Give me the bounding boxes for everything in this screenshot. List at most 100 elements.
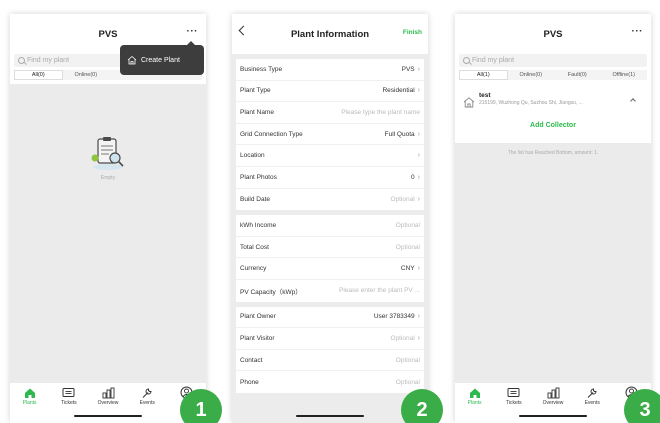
form-row-value-text: Please type the plant name	[341, 108, 420, 116]
step-badge-3: 3	[624, 389, 660, 423]
form-row[interactable]: Plant Name Please type the plant name	[236, 102, 424, 124]
chevron-right-icon: ›	[417, 195, 420, 203]
form-row[interactable]: Business Type PVS ›	[236, 59, 424, 81]
form-row-value[interactable]: Optional	[396, 222, 420, 229]
tab-label: Overview	[97, 400, 119, 406]
empty-clipboard-icon	[91, 137, 124, 170]
plant-row[interactable]: test 215199, Wuzhong Qu, Suzhou Shi, Jia…	[459, 86, 647, 108]
form-row-value[interactable]: Optional	[396, 357, 420, 364]
form-row[interactable]: Build Date Optional ›	[236, 189, 424, 211]
create-plant-popup[interactable]: Create Plant	[120, 41, 204, 75]
chevron-right-icon: ›	[417, 152, 420, 160]
form-row[interactable]: Currency CNY ›	[236, 258, 424, 280]
form-row-value-text: CNY	[400, 265, 415, 273]
form-row[interactable]: Plant Photos 0 ›	[236, 167, 424, 189]
home-indicator	[296, 415, 364, 417]
plant-info: test 215199, Wuzhong Qu, Suzhou Shi, Jia…	[479, 92, 583, 106]
form-row-label: Grid Connection Type	[240, 130, 303, 138]
form-row-label: Business Type	[240, 65, 283, 73]
tab-tickets[interactable]: Tickets	[494, 386, 533, 423]
form-group-finance: kWh Income Optional Total Cost Optional Curr…	[236, 215, 424, 302]
form-row-value[interactable]: Please type the plant name	[341, 109, 420, 116]
form-row-value-text: Optional	[395, 378, 420, 386]
bar-chart-icon	[546, 386, 560, 399]
tab-plants[interactable]: Plants	[10, 386, 49, 423]
chevron-right-icon: ›	[417, 65, 420, 73]
tab-tickets[interactable]: Tickets	[49, 386, 88, 423]
form-row-value[interactable]: Optional ›	[390, 335, 420, 342]
form-row[interactable]: Grid Connection Type Full Quota ›	[236, 124, 424, 146]
form-row-value[interactable]: Residential ›	[382, 87, 420, 94]
form-row[interactable]: Location ›	[236, 145, 424, 167]
form-row-label: Location	[240, 152, 265, 160]
more-menu-icon[interactable]: ···	[187, 26, 199, 37]
chevron-right-icon: ›	[417, 313, 420, 321]
form-row-value[interactable]: ›	[415, 152, 420, 159]
chevron-up-icon[interactable]	[630, 98, 636, 104]
more-menu-icon[interactable]: ···	[632, 26, 644, 37]
form-row-value[interactable]: Optional	[396, 244, 420, 251]
bottom-tab-bar: Plants Tickets Overview Events	[10, 383, 206, 423]
screen-plant-information: Plant Information Finish Business Type PV…	[232, 14, 428, 423]
form-row[interactable]: Phone Optional	[236, 371, 424, 393]
chevron-right-icon: ›	[417, 265, 420, 273]
step-badge-1: 1	[180, 389, 222, 423]
list-end-text: The list has Reached Bottom, amount: 1.	[507, 150, 599, 156]
home-filled-icon	[468, 386, 482, 399]
form-row[interactable]: Plant Visitor Optional ›	[236, 328, 424, 350]
filter-tab-online[interactable]: Online(0)	[63, 70, 110, 80]
form-row-value[interactable]: Optional	[396, 379, 420, 386]
page-title: PVS	[98, 28, 118, 40]
tab-label: Tickets	[505, 400, 522, 406]
header: Plant Information Finish	[232, 14, 428, 54]
form-row[interactable]: Plant Owner User 3783349 ›	[236, 307, 424, 329]
filter-tab-online[interactable]: Online(0)	[508, 70, 555, 80]
form-row-value[interactable]: 0 ›	[411, 174, 420, 181]
wrench-icon	[585, 386, 599, 399]
back-chevron-icon[interactable]	[238, 25, 249, 36]
form-row-label: Phone	[240, 378, 259, 386]
screen-plants-list: PVS ··· Find my plant All(1) Online(0) F…	[455, 14, 651, 423]
create-plant-label: Create Plant	[141, 56, 180, 64]
form-row-label: Plant Name	[240, 108, 274, 116]
tab-label: Events	[139, 400, 155, 406]
filter-tab-offline[interactable]: Offline(1)	[601, 70, 648, 80]
form-row[interactable]: kWh Income Optional	[236, 215, 424, 237]
tab-overview[interactable]: Overview	[533, 386, 572, 423]
tab-events[interactable]: Events	[573, 386, 612, 423]
form-row[interactable]: Plant Type Residential ›	[236, 81, 424, 103]
tab-plants[interactable]: Plants	[455, 386, 494, 423]
tab-events[interactable]: Events	[128, 386, 167, 423]
search-input[interactable]: Find my plant	[459, 54, 647, 67]
form-row-value[interactable]: Full Quota ›	[385, 131, 420, 138]
home-filled-icon	[23, 386, 37, 399]
form-row-value[interactable]: PVS ›	[402, 66, 420, 73]
filter-tab-fault[interactable]: Fault(0)	[554, 70, 601, 80]
form-row-value-text: 0	[411, 173, 415, 181]
step-badge-2: 2	[401, 389, 443, 423]
form-row-value[interactable]: Optional ›	[390, 196, 420, 203]
form-row[interactable]: Contact Optional	[236, 350, 424, 372]
home-indicator	[519, 415, 587, 417]
form-row-value-text: Optional	[395, 221, 420, 229]
form-row-value[interactable]: Please enter the plant PV ...	[339, 287, 420, 294]
form-row-label: Plant Type	[240, 87, 271, 95]
form-row[interactable]: PV Capacity（kWp） Please enter the plant P…	[236, 280, 424, 302]
filter-tab-all[interactable]: All(0)	[14, 70, 63, 80]
header: PVS ···	[455, 14, 651, 54]
form-row-value[interactable]: CNY ›	[401, 265, 420, 272]
finish-button[interactable]: Finish	[403, 29, 422, 36]
plant-name: test	[479, 92, 491, 99]
form-row-label: kWh Income	[240, 221, 277, 229]
form-row-label: Plant Visitor	[240, 334, 275, 342]
tab-label: Tickets	[60, 400, 77, 406]
ticket-icon	[507, 386, 521, 399]
form-row-value-text: Optional	[390, 334, 415, 342]
form-row-value[interactable]: User 3783349 ›	[374, 313, 420, 320]
filter-tab-all[interactable]: All(1)	[459, 70, 508, 80]
tab-overview[interactable]: Overview	[88, 386, 127, 423]
page-title: PVS	[543, 28, 563, 40]
plant-card[interactable]: test 215199, Wuzhong Qu, Suzhou Shi, Jia…	[459, 86, 647, 143]
add-collector-button[interactable]: Add Collector	[459, 122, 647, 129]
form-row[interactable]: Total Cost Optional	[236, 237, 424, 259]
